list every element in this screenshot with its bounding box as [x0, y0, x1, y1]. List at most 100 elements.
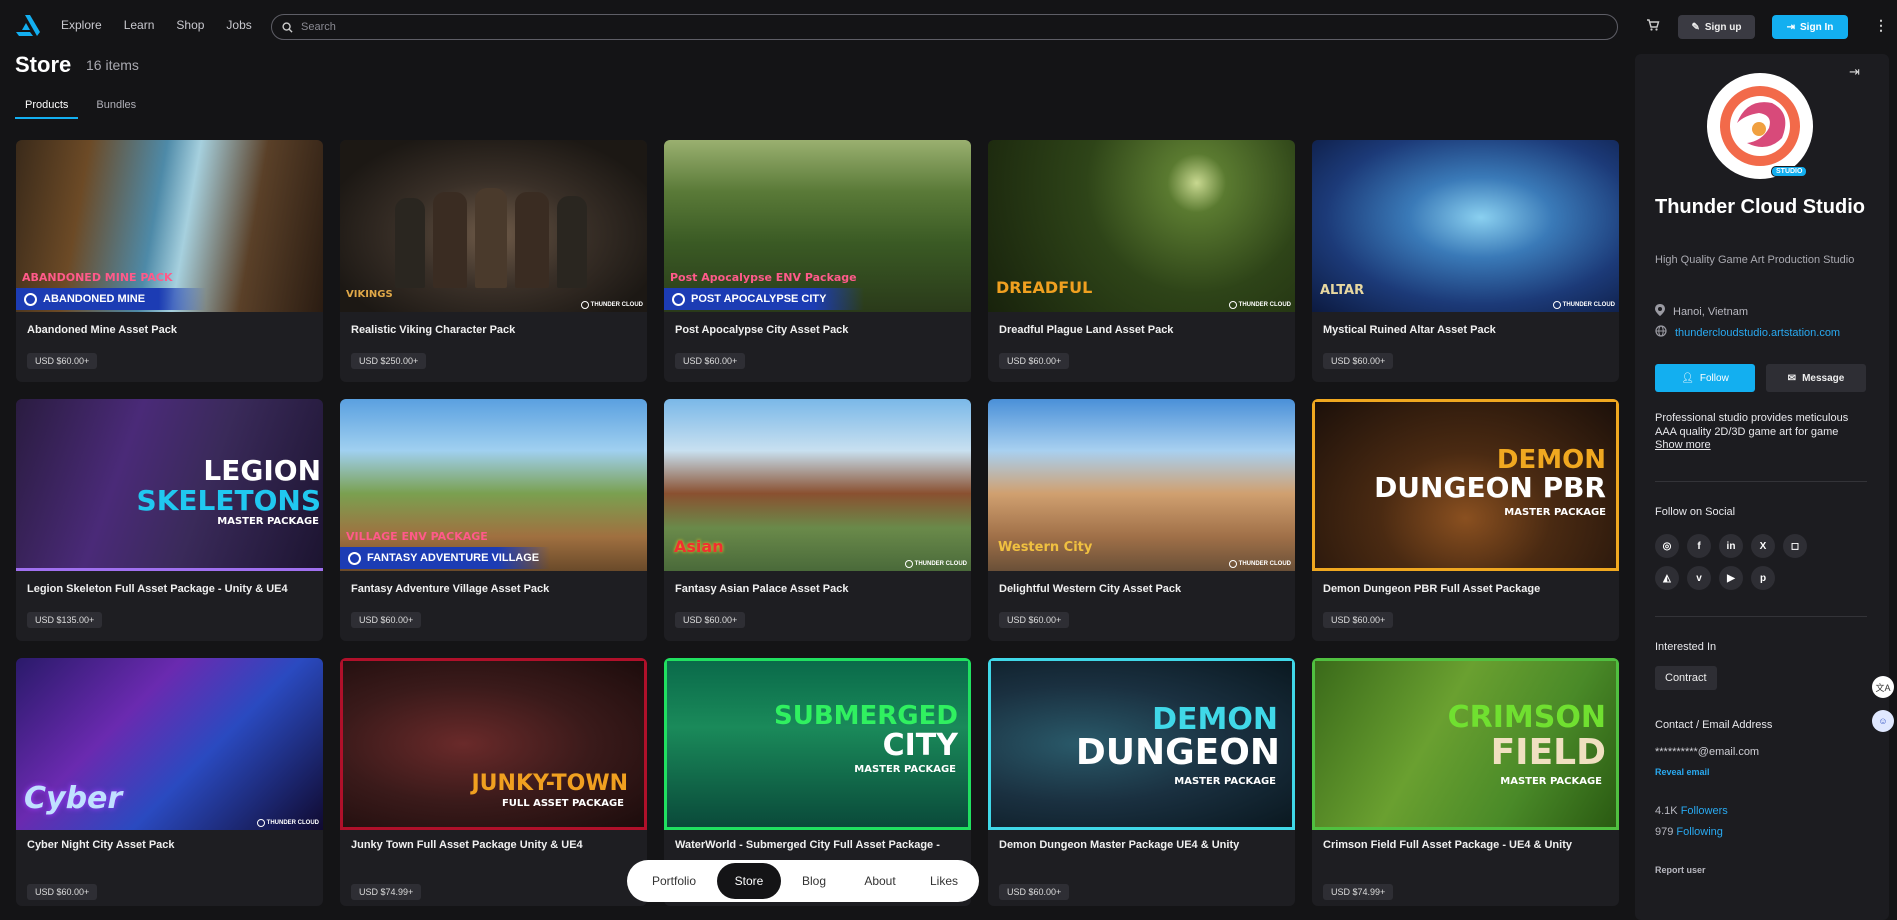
studio-badge: STUDIO	[1771, 166, 1808, 177]
avatar[interactable]	[1707, 73, 1813, 179]
signup-button[interactable]: ✎ Sign up	[1678, 15, 1755, 39]
product-card[interactable]: ALTAR THUNDER CLOUD Mystical Ruined Alta…	[1312, 140, 1619, 382]
product-logo-text: Cyber	[24, 781, 123, 816]
signin-label: Sign In	[1800, 21, 1834, 33]
product-title[interactable]: Mystical Ruined Altar Asset Pack	[1323, 323, 1613, 337]
product-title[interactable]: Crimson Field Full Asset Package - UE4 &…	[1323, 838, 1613, 852]
product-card[interactable]: Cyber THUNDER CLOUD Cyber Night City Ass…	[16, 658, 323, 906]
top-bar: Explore Learn Shop Jobs ✎ Sign up ⇥ Sign…	[0, 0, 1897, 54]
linkedin-icon[interactable]: in	[1719, 534, 1743, 558]
product-thumbnail[interactable]: SUBMERGED CITY MASTER PACKAGE	[664, 658, 971, 830]
product-overlay-sub: MASTER PACKAGE	[217, 516, 319, 527]
instagram-icon[interactable]: ◻	[1783, 534, 1807, 558]
more-menu-icon[interactable]: ⋮	[1874, 17, 1888, 34]
product-card[interactable]: VILLAGE ENV PACKAGE FANTASY ADVENTURE VI…	[340, 399, 647, 641]
website-icon[interactable]: ◎	[1655, 534, 1679, 558]
nav-blog[interactable]: Blog	[781, 863, 847, 899]
product-title[interactable]: Demon Dungeon PBR Full Asset Package	[1323, 582, 1613, 596]
product-title[interactable]: Dreadful Plague Land Asset Pack	[999, 323, 1289, 337]
product-thumbnail[interactable]: DEMON DUNGEON PBR MASTER PACKAGE	[1312, 399, 1619, 571]
nav-learn[interactable]: Learn	[124, 18, 155, 32]
followers-count: 4.1K	[1655, 805, 1678, 817]
product-thumbnail[interactable]: Western City THUNDER CLOUD	[988, 399, 1295, 571]
product-thumbnail[interactable]: CRIMSON FIELD MASTER PACKAGE	[1312, 658, 1619, 830]
signin-button[interactable]: ⇥ Sign In	[1772, 15, 1848, 39]
product-thumbnail[interactable]: VIKINGS THUNDER CLOUD	[340, 140, 647, 312]
x-twitter-icon[interactable]: X	[1751, 534, 1775, 558]
product-title[interactable]: Realistic Viking Character Pack	[351, 323, 641, 337]
product-card[interactable]: JUNKY-TOWN FULL ASSET PACKAGE Junky Town…	[340, 658, 647, 906]
cart-icon[interactable]	[1646, 18, 1660, 32]
product-thumbnail[interactable]: JUNKY-TOWN FULL ASSET PACKAGE	[340, 658, 647, 830]
tab-products[interactable]: Products	[15, 99, 79, 119]
show-more-link[interactable]: Show more	[1655, 439, 1711, 451]
followers-link[interactable]: Followers	[1681, 805, 1728, 817]
contact-heading: Contact / Email Address	[1655, 719, 1773, 731]
product-title[interactable]: Post Apocalypse City Asset Pack	[675, 323, 965, 337]
assistant-icon[interactable]: ☺	[1872, 710, 1894, 732]
nav-likes[interactable]: Likes	[913, 863, 975, 899]
profile-section-nav: Portfolio Store Blog About Likes	[627, 860, 979, 902]
tab-bundles[interactable]: Bundles	[96, 99, 146, 119]
product-title[interactable]: Demon Dungeon Master Package UE4 & Unity	[999, 838, 1289, 852]
product-card[interactable]: ABANDONED MINE PACK ABANDONED MINE Aband…	[16, 140, 323, 382]
product-overlay-title: SUBMERGED	[774, 701, 958, 731]
product-overlay-text: VILLAGE ENV PACKAGE	[346, 530, 488, 543]
following-stat[interactable]: 979 Following	[1655, 826, 1723, 838]
artstation-icon[interactable]: ◭	[1655, 566, 1679, 590]
product-thumbnail[interactable]: Post Apocalypse ENV Package POST APOCALY…	[664, 140, 971, 312]
profile-website[interactable]: thundercloudstudio.artstation.com	[1655, 325, 1840, 340]
product-title[interactable]: Legion Skeleton Full Asset Package - Uni…	[27, 582, 317, 596]
product-card[interactable]: Asian THUNDER CLOUD Fantasy Asian Palace…	[664, 399, 971, 641]
product-title[interactable]: Cyber Night City Asset Pack	[27, 838, 317, 852]
product-title[interactable]: Fantasy Asian Palace Asset Pack	[675, 582, 965, 596]
product-thumbnail[interactable]: Asian THUNDER CLOUD	[664, 399, 971, 571]
product-card[interactable]: DEMON DUNGEON PBR MASTER PACKAGE Demon D…	[1312, 399, 1619, 641]
follow-button[interactable]: 👤︎ Follow	[1655, 364, 1755, 392]
vimeo-icon[interactable]: v	[1687, 566, 1711, 590]
product-title[interactable]: Abandoned Mine Asset Pack	[27, 323, 317, 337]
product-thumbnail[interactable]: DREADFUL THUNDER CLOUD	[988, 140, 1295, 312]
nav-portfolio[interactable]: Portfolio	[631, 863, 717, 899]
youtube-icon[interactable]: ▶	[1719, 566, 1743, 590]
reveal-email-link[interactable]: Reveal email	[1655, 767, 1710, 777]
followers-stat[interactable]: 4.1K Followers	[1655, 805, 1728, 817]
product-title[interactable]: Delightful Western City Asset Pack	[999, 582, 1289, 596]
search-input[interactable]	[301, 21, 1601, 33]
product-card[interactable]: DREADFUL THUNDER CLOUD Dreadful Plague L…	[988, 140, 1295, 382]
product-thumbnail[interactable]: LEGION SKELETONS MASTER PACKAGE	[16, 399, 323, 571]
nav-explore[interactable]: Explore	[61, 18, 102, 32]
facebook-icon[interactable]: f	[1687, 534, 1711, 558]
product-card[interactable]: DEMON DUNGEON MASTER PACKAGE Demon Dunge…	[988, 658, 1295, 906]
product-card[interactable]: VIKINGS THUNDER CLOUD Realistic Viking C…	[340, 140, 647, 382]
nav-store[interactable]: Store	[717, 863, 781, 899]
pinterest-icon[interactable]: p	[1751, 566, 1775, 590]
nav-shop[interactable]: Shop	[176, 18, 204, 32]
message-button[interactable]: ✉ Message	[1766, 364, 1866, 392]
nav-about[interactable]: About	[847, 863, 913, 899]
product-card[interactable]: LEGION SKELETONS MASTER PACKAGE Legion S…	[16, 399, 323, 641]
collapse-panel-icon[interactable]: ⇥	[1849, 64, 1860, 80]
nav-jobs[interactable]: Jobs	[226, 18, 251, 32]
following-link[interactable]: Following	[1676, 826, 1722, 838]
signup-label: Sign up	[1704, 21, 1742, 33]
profile-location: Hanoi, Vietnam	[1655, 304, 1748, 319]
report-user-link[interactable]: Report user	[1655, 865, 1706, 875]
search-bar[interactable]	[271, 14, 1618, 40]
product-overlay-sub: MASTER PACKAGE	[1504, 507, 1606, 518]
product-title[interactable]: WaterWorld - Submerged City Full Asset P…	[675, 838, 965, 852]
translate-icon[interactable]: 文A	[1872, 676, 1894, 698]
product-thumbnail[interactable]: Cyber THUNDER CLOUD	[16, 658, 323, 830]
artstation-logo-icon[interactable]	[16, 15, 40, 37]
product-card[interactable]: Western City THUNDER CLOUD Delightful We…	[988, 399, 1295, 641]
product-thumbnail[interactable]: ABANDONED MINE PACK ABANDONED MINE	[16, 140, 323, 312]
product-thumbnail[interactable]: VILLAGE ENV PACKAGE FANTASY ADVENTURE VI…	[340, 399, 647, 571]
product-title[interactable]: Fantasy Adventure Village Asset Pack	[351, 582, 641, 596]
website-link[interactable]: thundercloudstudio.artstation.com	[1675, 327, 1840, 339]
product-title[interactable]: Junky Town Full Asset Package Unity & UE…	[351, 838, 641, 852]
product-thumbnail[interactable]: ALTAR THUNDER CLOUD	[1312, 140, 1619, 312]
brand-badge-icon	[348, 551, 361, 565]
product-thumbnail[interactable]: DEMON DUNGEON MASTER PACKAGE	[988, 658, 1295, 830]
product-card[interactable]: Post Apocalypse ENV Package POST APOCALY…	[664, 140, 971, 382]
product-card[interactable]: CRIMSON FIELD MASTER PACKAGE Crimson Fie…	[1312, 658, 1619, 906]
